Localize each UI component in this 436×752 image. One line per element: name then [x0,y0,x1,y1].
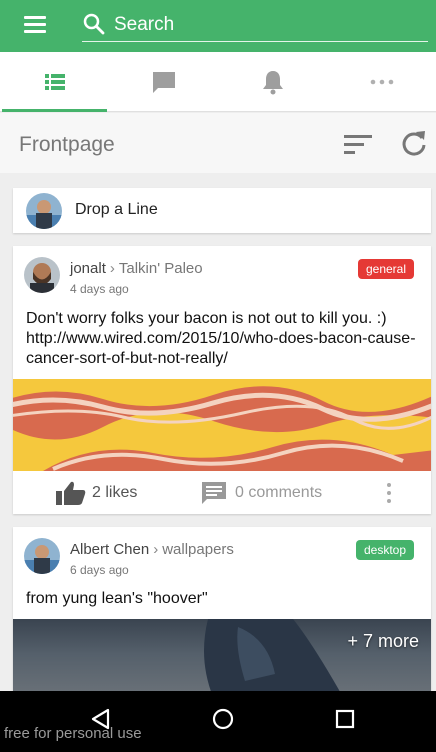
home-icon[interactable] [211,707,235,731]
post-group[interactable]: Talkin' Paleo [119,260,203,277]
post-tag[interactable]: general [357,259,414,279]
post-card: Albert Chen › wallpapers 6 days ago deskto… [13,527,431,697]
page-header: Frontpage [0,113,436,173]
drop-a-line-card[interactable]: Drop a Line [13,188,431,233]
comment-count: 0 comments [235,484,323,501]
post-text: Don't worry folks your bacon is not out … [26,310,416,367]
post-card: jonalt › Talkin' Paleo 4 days ago general … [13,246,431,514]
recents-icon[interactable] [333,707,357,731]
like-count: 2 likes [92,484,138,501]
avatar [26,193,62,229]
thumbs-up-icon [56,481,86,505]
drop-a-line-label: Drop a Line [75,201,158,218]
post-author[interactable]: jonalt [70,260,106,277]
post-text: from yung lean's "hoover" [26,590,208,607]
post-time: 6 days ago [70,563,129,577]
page-title: Frontpage [19,133,115,156]
avatar[interactable] [24,538,60,574]
like-button[interactable]: 2 likes [56,481,137,505]
app-bar [0,0,436,52]
tab-bar [0,52,436,112]
system-nav-bar [0,691,436,752]
chevron-right-icon: › [109,260,115,277]
sort-icon[interactable] [344,133,372,155]
overflow-menu-icon[interactable] [383,481,395,505]
more-photos-label: + 7 more [347,631,419,651]
feed-list-icon [44,74,65,90]
search-input[interactable] [114,12,414,38]
chat-icon [152,72,175,93]
post-photo[interactable]: + 7 more [13,619,431,697]
post-tag[interactable]: desktop [355,540,414,560]
post-author[interactable]: Albert Chen [70,541,149,558]
watermark-text: free for personal use [4,725,142,742]
bell-icon [262,71,283,95]
tab-feed[interactable] [0,52,109,112]
chevron-right-icon: › [153,541,159,558]
tab-more[interactable] [327,52,436,112]
post-author-line: Albert Chen › wallpapers [70,541,234,558]
search-icon [83,13,105,35]
post-group[interactable]: wallpapers [162,541,234,558]
search-bar[interactable] [82,10,428,42]
tab-messages[interactable] [109,52,218,112]
tab-notifications[interactable] [218,52,327,112]
more-dots-icon [370,79,393,85]
post-author-line: jonalt › Talkin' Paleo [70,260,203,277]
avatar[interactable] [24,257,60,293]
menu-icon[interactable] [24,16,46,34]
post-time: 4 days ago [70,282,129,296]
post-image[interactable] [13,379,431,471]
comment-button[interactable]: 0 comments [201,481,322,505]
refresh-icon[interactable] [400,129,428,157]
post-actions: 2 likes 0 comments [13,471,431,514]
comment-icon [202,482,226,504]
